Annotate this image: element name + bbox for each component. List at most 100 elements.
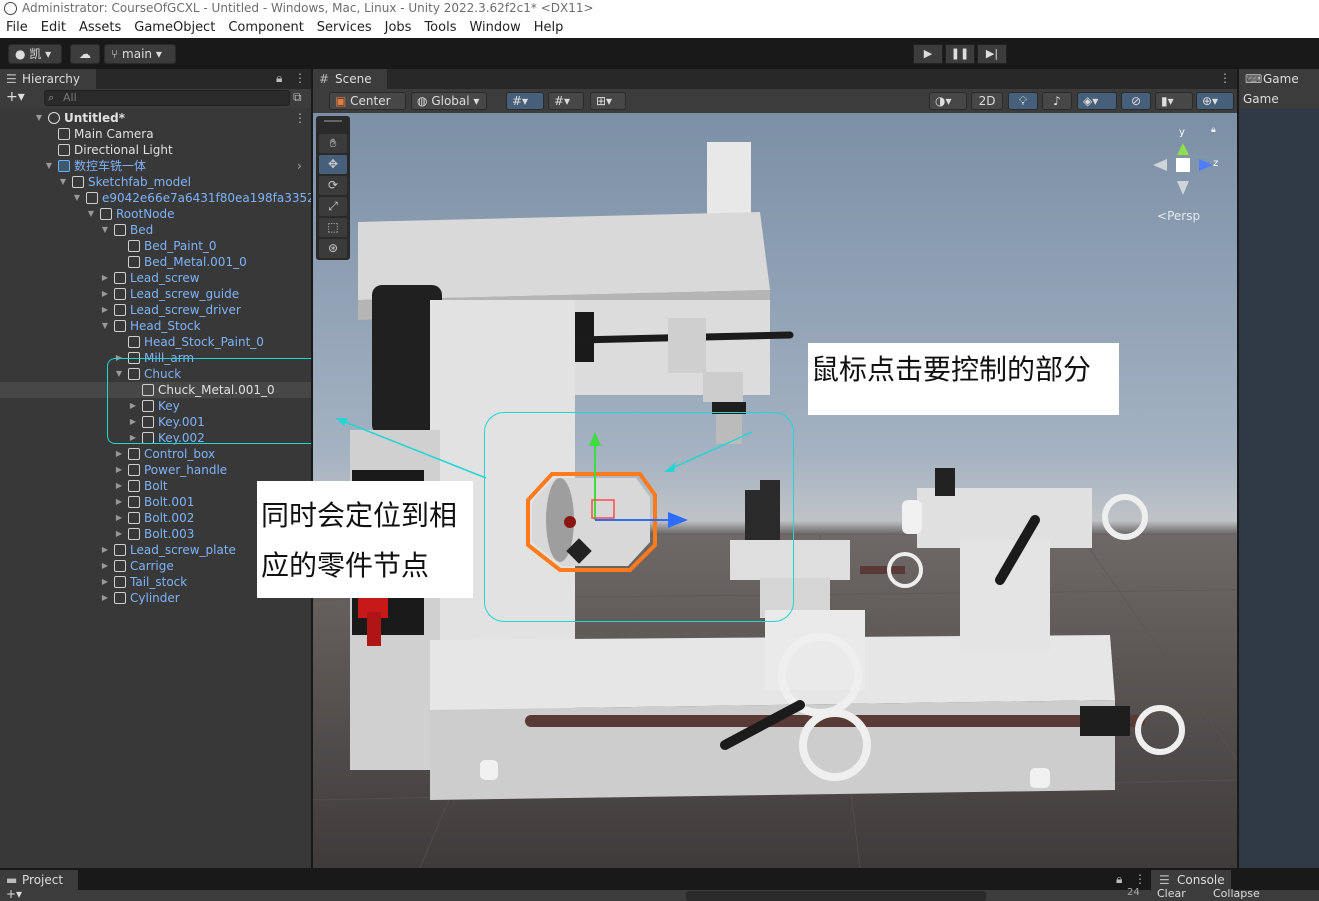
scale-tool-button[interactable]: ⤢ — [319, 197, 347, 216]
hierarchy-row[interactable]: ▼ e9042e66e7a6431f80ea198fa3352 — [0, 190, 315, 206]
menu-component[interactable]: Component — [228, 18, 303, 38]
pause-button[interactable]: ❚❚ — [945, 44, 975, 64]
expand-arrow-icon[interactable]: ▼ — [86, 206, 96, 222]
hierarchy-row[interactable]: ▶ Power_handle — [0, 462, 311, 478]
tab-hierarchy[interactable]: ☰ Hierarchy — [0, 69, 96, 89]
collapse-arrow-icon[interactable]: ▶ — [100, 302, 110, 318]
tab-game[interactable]: ⌨ Game — [1239, 69, 1319, 89]
gamepad-icon: ⌨ — [1245, 72, 1263, 86]
pivot-dropdown[interactable]: ▣ Center ▾ — [329, 92, 406, 124]
collapse-arrow-icon[interactable]: ▶ — [100, 590, 110, 606]
add-dropdown[interactable]: +▾ — [6, 89, 25, 105]
scene-more-icon[interactable]: ⋮ — [1219, 71, 1231, 85]
hierarchy-row[interactable]: ▼ Head_Stock — [0, 318, 311, 334]
open-prefab-chevron-icon[interactable]: › — [297, 158, 302, 174]
menu-file[interactable]: File — [6, 18, 28, 38]
menu-window[interactable]: Window — [469, 18, 520, 38]
hidden-objects-toggle[interactable]: ⊘ — [1121, 92, 1151, 110]
hierarchy-row[interactable]: Bed_Metal.001_0 — [0, 254, 311, 270]
expand-arrow-icon[interactable]: ▼ — [44, 158, 54, 174]
branch-dropdown[interactable]: ⑂ main ▾ — [104, 44, 176, 64]
grid-visibility-button[interactable]: #▾ — [548, 92, 584, 110]
rect-tool-button[interactable]: ⬚ — [319, 218, 347, 237]
collapse-arrow-icon[interactable]: ▶ — [114, 478, 124, 494]
collapse-arrow-icon[interactable]: ▶ — [114, 494, 124, 510]
collapse-arrow-icon[interactable]: ▶ — [114, 510, 124, 526]
draw-mode-dropdown[interactable]: ◑▾ — [929, 92, 967, 110]
lighting-toggle[interactable]: 💡︎ — [1008, 92, 1038, 110]
hierarchy-search-input[interactable]: ⌕ All — [44, 90, 290, 106]
rotate-tool-button[interactable]: ⟳ — [319, 176, 347, 195]
search-options-icon[interactable]: ⧉ — [293, 90, 302, 105]
hierarchy-row[interactable]: ▼ 数控车铣一体 › — [0, 158, 311, 174]
grid-snap-button[interactable]: #▾ — [506, 92, 544, 110]
effects-dropdown[interactable]: ◈▾ — [1077, 92, 1117, 110]
hierarchy-row[interactable]: ▶ Lead_screw — [0, 270, 311, 286]
expand-arrow-icon[interactable]: ▼ — [72, 190, 82, 206]
expand-arrow-icon[interactable]: ▼ — [58, 174, 68, 190]
gizmos-dropdown[interactable]: ⊕▾ — [1196, 92, 1234, 110]
tab-scene[interactable]: # Scene — [313, 69, 387, 89]
hierarchy-row[interactable]: Directional Light — [0, 142, 311, 158]
space-dropdown[interactable]: ◍ Global ▾ — [411, 92, 487, 110]
palette-grip[interactable] — [324, 120, 342, 122]
expand-arrow-icon[interactable]: ▼ — [100, 318, 110, 334]
project-add-dropdown[interactable]: +▾ — [6, 887, 22, 901]
cloud-icon: ☁ — [79, 47, 91, 61]
step-button[interactable]: ▶| — [977, 44, 1007, 64]
hierarchy-row[interactable]: ▼ Sketchfab_model — [0, 174, 311, 190]
cloud-button[interactable]: ☁ — [70, 44, 100, 64]
hierarchy-row[interactable]: ▶ Lead_screw_driver — [0, 302, 311, 318]
console-clear-button[interactable]: Clear — [1157, 887, 1186, 900]
hierarchy-row[interactable]: Head_Stock_Paint_0 — [0, 334, 311, 350]
collapse-arrow-icon[interactable]: ▶ — [100, 574, 110, 590]
toggle-2d-button[interactable]: 2D — [971, 92, 1003, 110]
hierarchy-row[interactable]: Main Camera — [0, 126, 311, 142]
game-view[interactable] — [1239, 109, 1319, 868]
menu-edit[interactable]: Edit — [41, 18, 66, 38]
bottom-lock-icon[interactable]: 🔒︎ — [1116, 872, 1122, 887]
perspective-label[interactable]: <Persp — [1157, 209, 1200, 223]
hand-tool-button[interactable]: ✋︎ — [319, 134, 347, 153]
collapse-arrow-icon[interactable]: ▶ — [114, 526, 124, 542]
menu-assets[interactable]: Assets — [79, 18, 121, 38]
audio-toggle[interactable]: ♪ — [1042, 92, 1072, 110]
orientation-gizmo[interactable]: y z 🔒︎ <Persp — [1149, 125, 1229, 225]
hierarchy-row[interactable]: Bed_Paint_0 — [0, 238, 311, 254]
menu-jobs[interactable]: Jobs — [385, 18, 412, 38]
game-toolbar[interactable]: Game — [1239, 89, 1319, 109]
hierarchy-row[interactable]: ▼ Untitled* ⋮ — [0, 110, 311, 126]
hierarchy-row[interactable]: ▶ Control_box — [0, 446, 311, 462]
collapse-arrow-icon[interactable]: ▶ — [100, 286, 110, 302]
hierarchy-row[interactable]: ▼ RootNode — [0, 206, 311, 222]
collapse-arrow-icon[interactable]: ▶ — [114, 446, 124, 462]
console-collapse-button[interactable]: Collapse — [1213, 887, 1260, 900]
bottom-more-icon[interactable]: ⋮ — [1134, 872, 1146, 886]
move-tool-button[interactable]: ✥ — [319, 155, 347, 174]
play-button[interactable]: ▶ — [913, 44, 943, 64]
menu-tools[interactable]: Tools — [424, 18, 456, 38]
collapse-arrow-icon[interactable]: ▶ — [114, 462, 124, 478]
hierarchy-row[interactable]: ▶ Lead_screw_guide — [0, 286, 311, 302]
collapse-arrow-icon[interactable]: ▶ — [100, 558, 110, 574]
collapse-arrow-icon[interactable]: ▶ — [100, 270, 110, 286]
menu-gameobject[interactable]: GameObject — [134, 18, 215, 38]
expand-arrow-icon[interactable]: ▼ — [100, 222, 110, 238]
collapse-arrow-icon[interactable]: ▶ — [100, 542, 110, 558]
project-search-input[interactable] — [686, 891, 986, 901]
camera-dropdown[interactable]: ▮▾ — [1155, 92, 1193, 110]
lock-icon[interactable]: 🔒︎ — [276, 71, 282, 86]
transform-tool-button[interactable]: ⊛ — [319, 239, 347, 258]
increment-snap-button[interactable]: ⊞▾ — [590, 92, 626, 110]
account-dropdown[interactable]: ● 凯 ▾ — [8, 44, 62, 64]
expand-arrow-icon[interactable]: ▼ — [34, 110, 44, 126]
gizmo-lock-icon[interactable]: 🔒︎ — [1211, 125, 1216, 135]
gameobject-cube-icon — [114, 576, 126, 588]
hierarchy-row-label: Carrige — [130, 559, 174, 573]
menu-help[interactable]: Help — [534, 18, 564, 38]
hierarchy-row[interactable]: ▼ Bed — [0, 222, 311, 238]
more-options-icon[interactable]: ⋮ — [294, 71, 306, 85]
menu-services[interactable]: Services — [317, 18, 372, 38]
scene-more-options-icon[interactable]: ⋮ — [294, 110, 306, 126]
gameobject-cube-icon — [58, 160, 70, 172]
